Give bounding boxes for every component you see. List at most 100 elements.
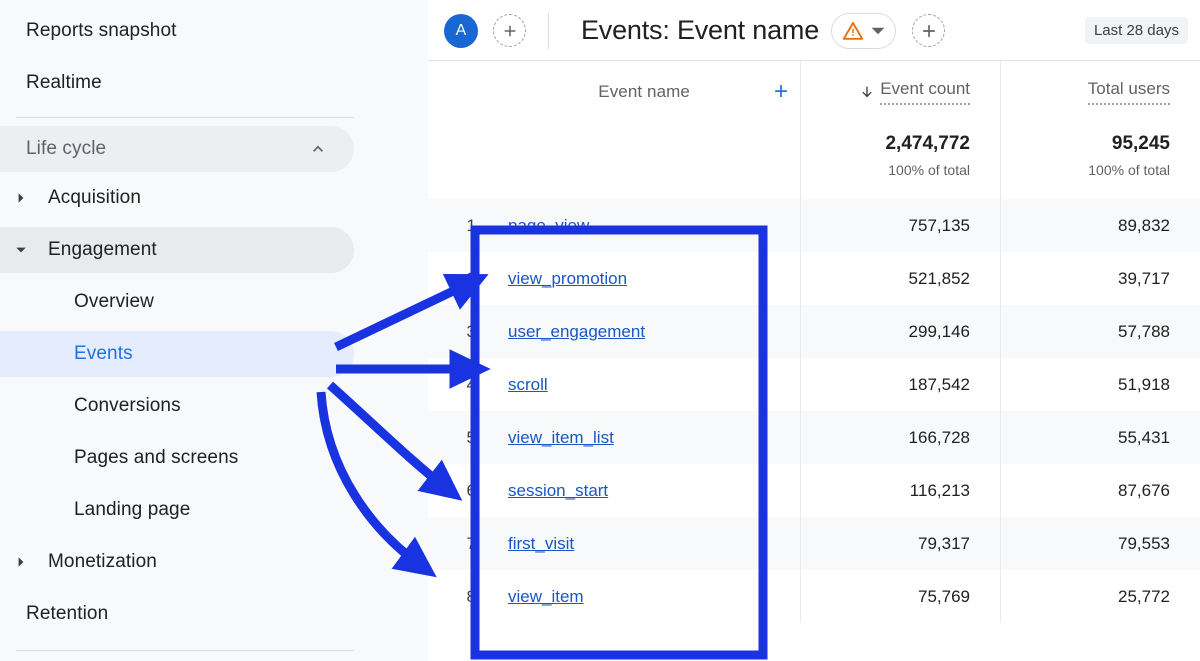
- totals-value: 2,474,772: [885, 133, 970, 154]
- table-header-row: Event name + Event count Total users: [428, 61, 1200, 123]
- table-row[interactable]: 6 session_start 116,213 87,676: [428, 464, 1200, 517]
- dimension-header-label: Event name: [598, 82, 690, 101]
- ga4-events-report: Reports snapshot Realtime Life cycle Acq…: [0, 0, 1200, 661]
- event-name-link[interactable]: page_view: [508, 216, 589, 236]
- sidebar-item-label: Landing page: [74, 499, 191, 520]
- totals-total-users: 95,245 100% of total: [1000, 133, 1200, 178]
- table-row[interactable]: 8 view_item 75,769 25,772: [428, 570, 1200, 623]
- row-event-count: 757,135: [908, 215, 970, 235]
- sidebar-divider-bottom: [16, 650, 354, 651]
- topbar-separator: [548, 12, 549, 49]
- add-comparison-button[interactable]: [493, 14, 526, 47]
- event-name-link[interactable]: view_item: [508, 587, 584, 607]
- metric-header-total-users[interactable]: Total users: [1000, 79, 1200, 105]
- arrow-down-icon: [862, 86, 872, 98]
- row-event-count: 521,852: [908, 268, 970, 288]
- sidebar-top-section: Reports snapshot Realtime: [0, 0, 428, 109]
- row-total-users: 87,676: [1118, 480, 1170, 500]
- sidebar-item-label: Conversions: [74, 395, 181, 416]
- chevron-up-icon[interactable]: [308, 139, 328, 159]
- sidebar-item-retention[interactable]: Retention: [0, 588, 428, 640]
- sidebar-divider-top: [16, 117, 354, 118]
- row-event-count: 166,728: [908, 427, 970, 447]
- row-event-count: 187,542: [908, 374, 970, 394]
- row-index: 5: [466, 427, 476, 447]
- events-table: Event name + Event count Total users 2,4…: [428, 61, 1200, 623]
- sidebar-group-label: Monetization: [48, 551, 157, 572]
- row-total-users: 51,918: [1118, 374, 1170, 394]
- sidebar-item-label: Pages and screens: [74, 447, 239, 468]
- sidebar-section-life-cycle[interactable]: Life cycle: [0, 126, 428, 172]
- add-dimension-icon[interactable]: +: [774, 80, 788, 104]
- row-index: 1: [466, 215, 476, 235]
- row-total-users: 39,717: [1118, 268, 1170, 288]
- sidebar-group-monetization[interactable]: Monetization: [0, 536, 428, 588]
- sidebar-group-label: Acquisition: [48, 187, 141, 208]
- sidebar-item-pages-and-screens[interactable]: Pages and screens: [0, 432, 428, 484]
- row-total-users: 25,772: [1118, 586, 1170, 606]
- row-total-users: 89,832: [1118, 215, 1170, 235]
- sidebar-item-overview[interactable]: Overview: [0, 276, 428, 328]
- page-title: Events: Event name: [581, 15, 820, 45]
- plus-icon: [504, 25, 515, 36]
- event-name-link[interactable]: view_item_list: [508, 428, 614, 448]
- row-index: 3: [466, 321, 476, 341]
- table-row[interactable]: 5 view_item_list 166,728 55,431: [428, 411, 1200, 464]
- avatar[interactable]: A: [444, 13, 478, 48]
- metric-header-event-count[interactable]: Event count: [800, 79, 1000, 105]
- sidebar-item-realtime[interactable]: Realtime: [0, 57, 428, 109]
- sidebar-group-acquisition[interactable]: Acquisition: [0, 172, 428, 224]
- plus-icon: [922, 24, 935, 37]
- caret-down-icon[interactable]: [8, 244, 34, 256]
- sidebar-group-engagement[interactable]: Engagement: [0, 224, 428, 276]
- table-row[interactable]: 1 page_view 757,135 89,832: [428, 199, 1200, 252]
- data-warning-chip[interactable]: [831, 12, 897, 49]
- table-totals-row: 2,474,772 100% of total 95,245 100% of t…: [428, 123, 1200, 199]
- sidebar-item-conversions[interactable]: Conversions: [0, 380, 428, 432]
- table-row[interactable]: 7 first_visit 79,317 79,553: [428, 517, 1200, 570]
- sidebar: Reports snapshot Realtime Life cycle Acq…: [0, 0, 428, 661]
- sidebar-item-label: Realtime: [26, 72, 102, 93]
- event-name-link[interactable]: view_promotion: [508, 269, 627, 289]
- caret-right-icon[interactable]: [8, 556, 34, 568]
- sidebar-item-label: Overview: [74, 291, 154, 312]
- sidebar-item-reports-snapshot[interactable]: Reports snapshot: [0, 5, 428, 57]
- row-event-count: 116,213: [909, 480, 970, 500]
- sidebar-item-label: Reports snapshot: [26, 20, 177, 41]
- event-name-link[interactable]: scroll: [508, 375, 548, 395]
- sidebar-item-label: Retention: [26, 603, 109, 624]
- warning-triangle-icon: [842, 21, 864, 40]
- row-index: 8: [466, 586, 476, 606]
- row-index: 6: [466, 480, 476, 500]
- date-range-selector[interactable]: Last 28 days: [1084, 17, 1188, 44]
- row-index: 7: [466, 533, 476, 553]
- sidebar-group-label: Engagement: [48, 239, 157, 260]
- column-divider-2: [1000, 61, 1001, 623]
- table-row[interactable]: 4 scroll 187,542 51,918: [428, 358, 1200, 411]
- row-event-count: 299,146: [908, 321, 970, 341]
- sidebar-item-label: Events: [74, 343, 133, 364]
- row-event-count: 79,317: [918, 533, 970, 553]
- table-row[interactable]: 3 user_engagement 299,146 57,788: [428, 305, 1200, 358]
- row-event-count: 75,769: [918, 586, 970, 606]
- event-name-link[interactable]: session_start: [508, 481, 608, 501]
- row-index: 4: [466, 374, 476, 394]
- totals-subtext: 100% of total: [888, 162, 970, 178]
- sidebar-item-landing-page[interactable]: Landing page: [0, 484, 428, 536]
- totals-event-count: 2,474,772 100% of total: [800, 133, 1000, 178]
- main-content: A Events: Event name Last 28 days Event …: [428, 0, 1200, 661]
- sidebar-section-label: Life cycle: [26, 138, 107, 159]
- table-row[interactable]: 2 view_promotion 521,852 39,717: [428, 252, 1200, 305]
- chevron-down-icon: [871, 27, 885, 34]
- dimension-header-cell[interactable]: Event name +: [428, 80, 800, 104]
- sidebar-item-events[interactable]: Events: [0, 328, 428, 380]
- add-filter-button[interactable]: [912, 14, 946, 47]
- column-divider-1: [800, 61, 801, 623]
- event-name-link[interactable]: user_engagement: [508, 322, 645, 342]
- row-total-users: 57,788: [1118, 321, 1170, 341]
- event-name-link[interactable]: first_visit: [508, 534, 574, 554]
- metric-header-label: Total users: [1087, 79, 1170, 105]
- topbar: A Events: Event name Last 28 days: [428, 0, 1200, 61]
- caret-right-icon[interactable]: [8, 192, 34, 204]
- totals-subtext: 100% of total: [1088, 162, 1170, 178]
